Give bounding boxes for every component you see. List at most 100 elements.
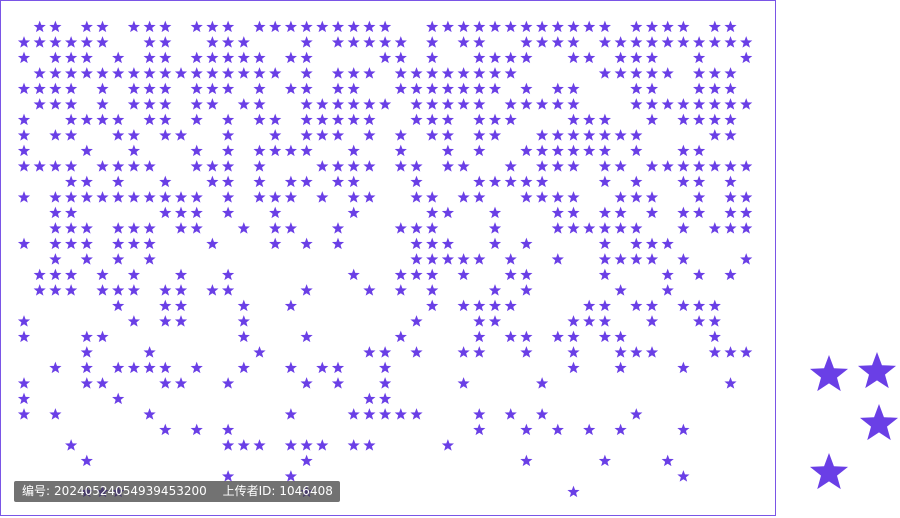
star-icon — [284, 361, 297, 374]
star-icon — [724, 36, 737, 48]
star-icon — [237, 439, 250, 451]
star-icon — [551, 82, 564, 95]
star-icon — [426, 82, 439, 95]
star-icon — [614, 346, 627, 358]
star-icon — [567, 98, 580, 110]
star-icon — [284, 51, 297, 64]
star-icon — [614, 222, 627, 234]
star-icon — [331, 222, 345, 234]
star-icon — [49, 129, 62, 141]
star-icon — [583, 423, 596, 436]
star-icon — [112, 191, 125, 203]
star-icon — [65, 237, 78, 250]
star-icon — [677, 98, 690, 110]
star-icon — [504, 98, 517, 110]
star-icon — [222, 377, 235, 389]
star-icon — [598, 330, 611, 343]
star-icon — [583, 315, 596, 327]
star-icon — [614, 129, 627, 141]
star-icon — [645, 253, 659, 265]
star-icon — [457, 377, 470, 389]
star-icon — [598, 36, 611, 48]
star-icon — [269, 20, 282, 33]
star-icon — [379, 51, 392, 64]
star-icon — [363, 113, 376, 126]
star-icon — [284, 408, 297, 420]
star-icon — [645, 346, 659, 358]
star-icon — [253, 160, 266, 172]
star-icon — [17, 191, 31, 203]
star-icon — [645, 160, 659, 172]
star-icon — [300, 129, 313, 141]
star-icon — [457, 82, 470, 95]
star-icon — [410, 346, 423, 358]
star-icon — [410, 268, 423, 281]
star-icon — [394, 222, 407, 234]
star-icon — [159, 82, 172, 95]
star-icon — [80, 144, 93, 157]
star-icon — [190, 98, 203, 110]
star-icon — [174, 222, 188, 234]
star-icon — [693, 113, 706, 126]
star-icon — [473, 67, 486, 79]
star-icon — [394, 51, 407, 64]
star-icon — [222, 160, 235, 172]
star-icon — [222, 206, 235, 219]
star-icon — [127, 361, 140, 374]
star-icon — [222, 82, 235, 95]
star-icon — [645, 20, 659, 33]
star-icon — [520, 346, 533, 358]
star-icon — [300, 330, 313, 343]
star-icon — [724, 377, 737, 389]
star-icon — [614, 361, 627, 374]
star-icon — [740, 51, 753, 64]
star-icon — [17, 82, 31, 95]
star-icon — [661, 67, 674, 79]
star-icon — [17, 51, 31, 64]
star-icon — [724, 222, 737, 234]
star-icon — [80, 51, 93, 64]
star-icon — [520, 268, 533, 281]
star-icon — [363, 67, 376, 79]
star-icon — [693, 36, 706, 48]
star-icon — [347, 408, 360, 420]
star-icon — [426, 51, 439, 64]
star-icon — [551, 160, 564, 172]
star-icon — [331, 160, 345, 172]
star-icon — [143, 67, 156, 79]
star-icon — [661, 268, 674, 281]
star-icon — [520, 284, 533, 296]
star-icon — [809, 355, 849, 392]
star-icon — [677, 113, 690, 126]
star-icon — [237, 299, 250, 312]
star-icon — [488, 237, 502, 250]
star-icon — [96, 67, 109, 79]
star-icon — [206, 36, 219, 48]
star-icon — [567, 206, 580, 219]
star-icon — [237, 222, 250, 234]
star-icon — [363, 20, 376, 33]
star-icon — [80, 20, 93, 33]
star-icon — [473, 191, 486, 203]
star-icon — [614, 330, 627, 343]
star-icon — [394, 160, 407, 172]
star-icon — [551, 253, 564, 265]
star-icon — [677, 20, 690, 33]
star-icon — [300, 454, 313, 467]
star-icon — [253, 20, 266, 33]
star-icon — [520, 36, 533, 48]
star-icon — [426, 268, 439, 281]
star-icon — [426, 113, 439, 126]
star-icon — [536, 20, 549, 33]
star-icon — [190, 67, 203, 79]
star-icon — [630, 98, 643, 110]
star-icon — [661, 454, 674, 467]
star-icon — [551, 20, 564, 33]
star-icon — [457, 253, 470, 265]
star-icon — [379, 377, 392, 389]
star-icon — [693, 160, 706, 172]
star-icon — [583, 20, 596, 33]
star-icon — [426, 20, 439, 33]
star-icon — [426, 191, 439, 203]
star-icon — [17, 36, 31, 48]
